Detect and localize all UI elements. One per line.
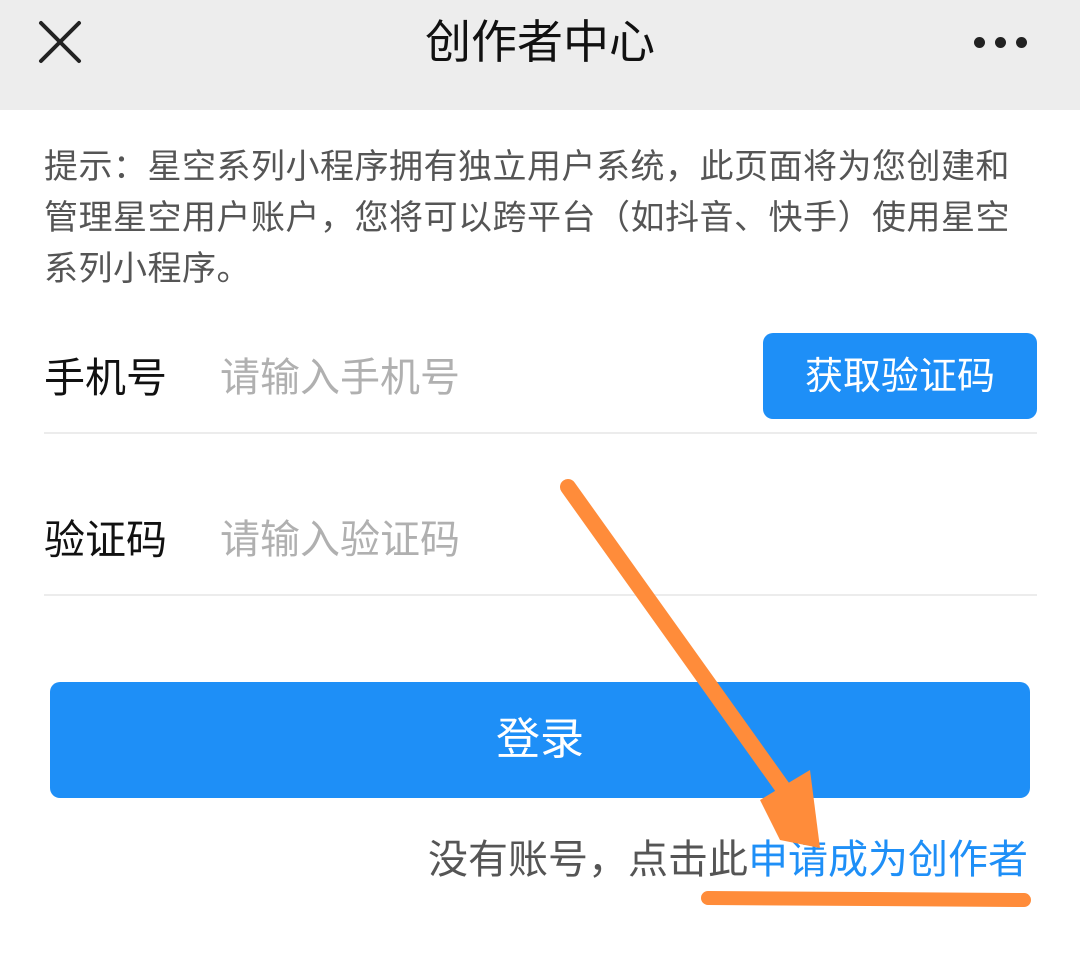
annotation-underline: [701, 891, 1031, 907]
close-icon: [39, 21, 81, 63]
code-label: 验证码: [44, 516, 167, 564]
login-button[interactable]: 登录: [50, 682, 1030, 798]
phone-label: 手机号: [44, 354, 167, 402]
signup-prefix: 没有账号，点击此: [428, 837, 748, 883]
code-input[interactable]: [220, 508, 740, 572]
phone-row: 手机号 获取验证码: [44, 324, 1037, 434]
phone-input[interactable]: [220, 346, 740, 410]
get-code-button[interactable]: 获取验证码: [763, 333, 1037, 419]
nav-bar: 创作者中心: [0, 0, 1080, 110]
page: 创作者中心 提示：星空系列小程序拥有独立用户系统，此页面将为您创建和管理星空用户…: [0, 0, 1080, 961]
page-title: 创作者中心: [425, 15, 655, 69]
signup-line: 没有账号，点击此申请成为创作者: [428, 832, 1028, 888]
close-button[interactable]: [30, 12, 90, 72]
more-dots-icon: [994, 36, 1006, 48]
apply-creator-link[interactable]: 申请成为创作者: [748, 837, 1028, 883]
code-row: 验证码: [44, 486, 1037, 596]
hint-text: 提示：星空系列小程序拥有独立用户系统，此页面将为您创建和管理星空用户账户，您将可…: [44, 147, 1010, 289]
more-dots-icon: [973, 36, 985, 48]
more-button[interactable]: [960, 12, 1040, 72]
more-dots-icon: [1015, 36, 1027, 48]
